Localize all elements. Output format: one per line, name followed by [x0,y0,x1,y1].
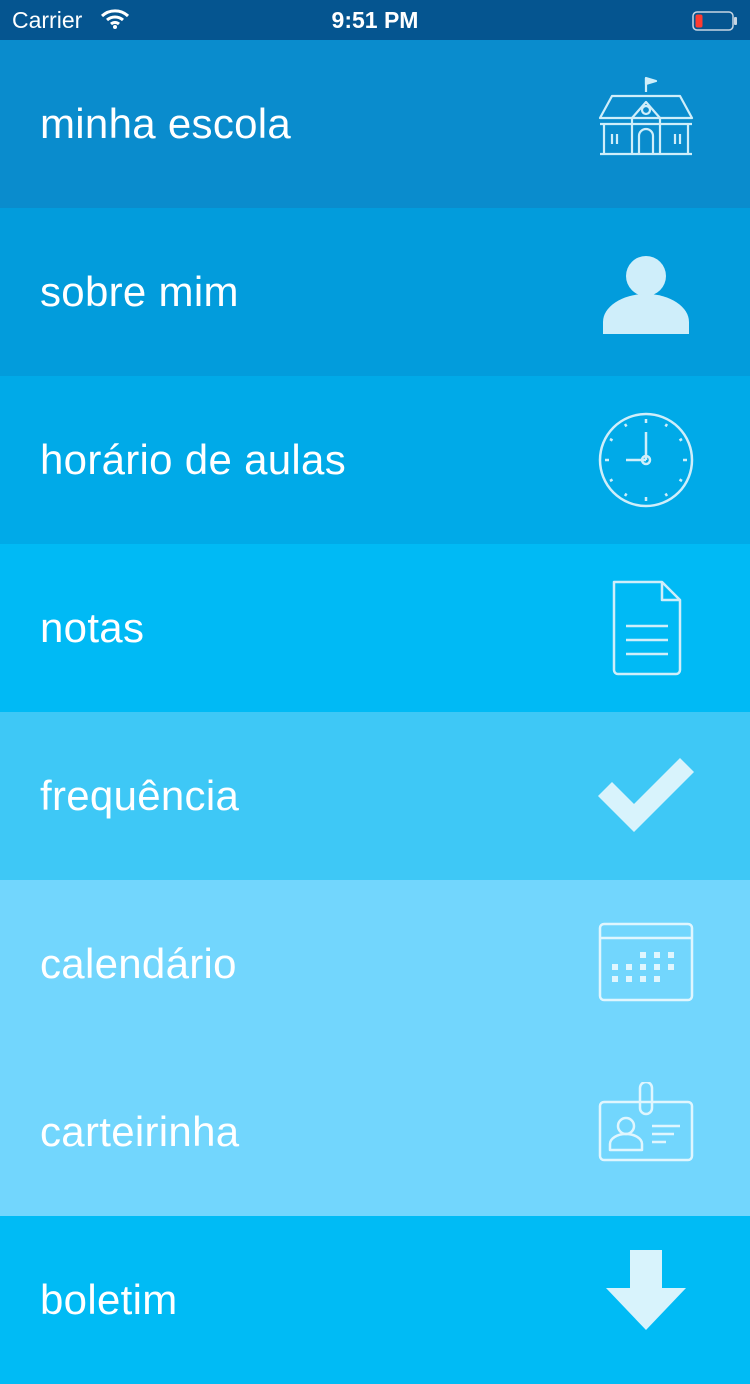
checkmark-icon [596,746,696,846]
person-icon [596,242,696,342]
main-menu: minha escola sobre mim horário de aulas … [0,40,750,1384]
menu-item-label: notas [40,604,145,651]
clock-icon [596,410,696,510]
id-card-icon [596,1082,696,1182]
menu-item-carteirinha[interactable]: carteirinha [0,1048,750,1216]
menu-item-notas[interactable]: notas [0,544,750,712]
menu-item-calendario[interactable]: calendário [0,880,750,1048]
clock-time: 9:51 PM [331,7,419,33]
menu-item-label: horário de aulas [40,436,346,483]
school-icon [596,74,696,174]
download-arrow-icon [596,1250,696,1350]
menu-item-boletim[interactable]: boletim [0,1216,750,1384]
menu-item-minha-escola[interactable]: minha escola [0,40,750,208]
calendar-icon [596,914,696,1014]
document-icon [596,578,696,678]
menu-item-label: frequência [40,772,240,819]
battery-low-icon [692,10,737,31]
menu-item-frequencia[interactable]: frequência [0,712,750,880]
status-bar: Carrier 9:51 PM [0,0,750,40]
menu-item-label: minha escola [40,100,292,147]
menu-item-label: sobre mim [40,268,239,315]
menu-item-label: boletim [40,1276,178,1323]
menu-item-label: calendário [40,940,237,987]
menu-item-horario-de-aulas[interactable]: horário de aulas [0,376,750,544]
menu-item-sobre-mim[interactable]: sobre mim [0,208,750,376]
menu-item-label: carteirinha [40,1108,240,1155]
